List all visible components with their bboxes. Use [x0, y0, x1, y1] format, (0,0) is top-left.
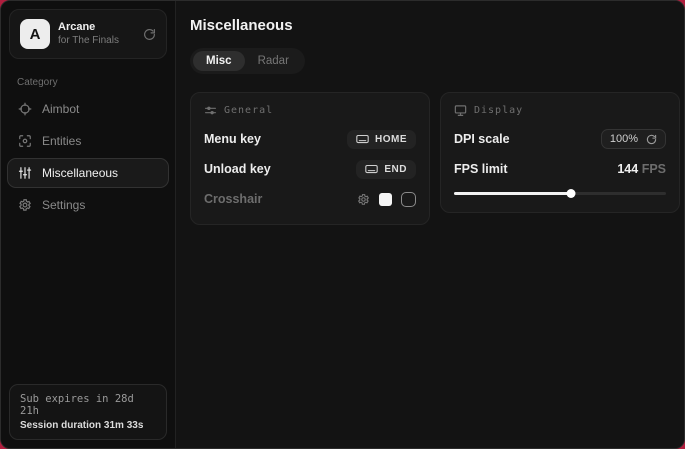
menu-key-binding[interactable]: HOME	[347, 130, 416, 149]
dpi-scale-row: DPI scale 100%	[454, 127, 666, 151]
brand-text: Arcane for The Finals	[58, 21, 135, 47]
refresh-icon[interactable]	[143, 28, 156, 41]
slider-thumb[interactable]	[566, 189, 575, 198]
menu-key-label: Menu key	[204, 132, 261, 146]
crosshair-label: Crosshair	[204, 192, 262, 206]
general-card: General Menu key HOME Unload key	[190, 92, 430, 225]
crosshair-controls	[357, 192, 416, 207]
brand-logo: A	[20, 19, 50, 49]
display-card-header: Display	[454, 104, 666, 117]
page-title: Miscellaneous	[190, 17, 680, 34]
scan-icon	[18, 134, 32, 148]
brand-title: Arcane	[58, 21, 135, 35]
sidebar: A Arcane for The Finals Category Aimbot	[1, 1, 176, 448]
general-card-title: General	[224, 105, 273, 116]
display-card-title: Display	[474, 105, 523, 116]
sub-expires-text: Sub expires in 28d 21h	[20, 393, 156, 417]
sidebar-item-label: Aimbot	[42, 102, 79, 116]
fps-number: 144	[617, 162, 638, 176]
fps-limit-slider[interactable]	[454, 187, 666, 199]
sidebar-item-aimbot[interactable]: Aimbot	[7, 94, 169, 124]
category-label: Category	[1, 67, 175, 92]
sliders-horizontal-icon	[204, 104, 217, 117]
refresh-icon[interactable]	[646, 134, 657, 145]
sidebar-item-label: Miscellaneous	[42, 166, 118, 180]
unload-key-label: Unload key	[204, 162, 271, 176]
tab-misc[interactable]: Misc	[193, 51, 245, 71]
fps-limit-row: FPS limit 144 FPS	[454, 157, 666, 181]
fps-limit-label: FPS limit	[454, 162, 507, 176]
crosshair-icon	[18, 102, 32, 116]
menu-key-value: HOME	[375, 134, 407, 145]
sidebar-item-entities[interactable]: Entities	[7, 126, 169, 156]
fps-unit: FPS	[642, 162, 666, 176]
session-duration-text: Session duration 31m 33s	[20, 420, 156, 431]
tab-radar[interactable]: Radar	[245, 51, 302, 71]
slider-fill	[454, 192, 571, 195]
sidebar-nav: Aimbot Entities Miscellaneous	[1, 92, 175, 222]
dpi-scale-label: DPI scale	[454, 132, 510, 146]
brand-card: A Arcane for The Finals	[9, 9, 167, 59]
sidebar-item-settings[interactable]: Settings	[7, 190, 169, 220]
menu-key-row: Menu key HOME	[204, 127, 416, 151]
crosshair-color-swatch[interactable]	[379, 193, 392, 206]
dpi-scale-control[interactable]: 100%	[601, 129, 666, 149]
brand-subtitle: for The Finals	[58, 35, 135, 48]
sidebar-item-miscellaneous[interactable]: Miscellaneous	[7, 158, 169, 188]
crosshair-checkbox[interactable]	[401, 192, 416, 207]
keyboard-icon	[365, 164, 378, 174]
unload-key-value: END	[384, 164, 407, 175]
sidebar-item-label: Settings	[42, 198, 85, 212]
subscription-card: Sub expires in 28d 21h Session duration …	[9, 384, 167, 440]
sidebar-spacer	[1, 222, 175, 376]
unload-key-binding[interactable]: END	[356, 160, 416, 179]
app-window: A Arcane for The Finals Category Aimbot	[0, 0, 685, 449]
cards-row: General Menu key HOME Unload key	[190, 92, 680, 225]
gear-icon[interactable]	[357, 193, 370, 206]
tab-bar: Misc Radar	[190, 48, 305, 74]
main-panel: Miscellaneous Misc Radar General	[176, 1, 685, 448]
crosshair-row: Crosshair	[204, 187, 416, 211]
sliders-icon	[18, 166, 32, 180]
gear-icon	[18, 198, 32, 212]
fps-limit-value: 144 FPS	[617, 162, 666, 176]
sidebar-item-label: Entities	[42, 134, 81, 148]
general-card-header: General	[204, 104, 416, 117]
dpi-scale-value: 100%	[610, 133, 638, 145]
monitor-icon	[454, 104, 467, 117]
unload-key-row: Unload key END	[204, 157, 416, 181]
display-card: Display DPI scale 100% FPS limit	[440, 92, 680, 213]
keyboard-icon	[356, 134, 369, 144]
